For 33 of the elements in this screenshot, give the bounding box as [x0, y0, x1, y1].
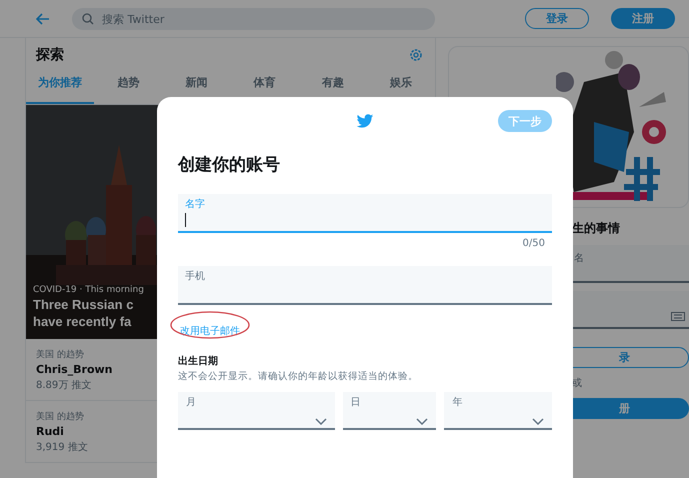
- dialog-title: 创建你的账号: [178, 154, 281, 176]
- bird-logo-icon: [356, 114, 374, 128]
- input-field[interactable]: 手机: [178, 266, 552, 305]
- tab[interactable]: 趋势: [94, 68, 162, 104]
- search-field[interactable]: 搜索 Twitter: [72, 8, 435, 30]
- chevron-down-icon: [532, 418, 544, 425]
- story-headline: have recently fa: [33, 314, 132, 329]
- search-icon: [82, 12, 94, 24]
- dropdown-field[interactable]: 月: [178, 392, 335, 430]
- trend-name: Chris_Brown: [36, 363, 113, 376]
- dropdown-field[interactable]: 日: [342, 392, 436, 430]
- signup-button[interactable]: 注册: [611, 8, 675, 29]
- keyboard-icon: [671, 312, 685, 321]
- section-title: 出生日期: [178, 354, 219, 368]
- settings-icon[interactable]: [409, 48, 423, 62]
- dropdown-field[interactable]: 年: [444, 392, 552, 430]
- panel-heading: 生的事情: [572, 220, 620, 237]
- input-field[interactable]: 名字: [178, 194, 552, 233]
- or-text: 或: [572, 376, 582, 390]
- hint-text: 这不会公开显示。请确认你的年龄以获得适当的体验。: [178, 370, 419, 383]
- chevron-down-icon: [416, 418, 428, 425]
- tweet-count: 8.89万 推文: [36, 378, 92, 392]
- trend-name: Rudi: [36, 425, 64, 438]
- chevron-down-icon: [314, 418, 327, 425]
- tweet-count: 3,919 推文: [36, 440, 88, 454]
- page-title: 探索: [36, 46, 64, 64]
- story-meta: COVID-19 · This morning: [33, 285, 144, 295]
- back-arrow-icon[interactable]: [36, 12, 50, 24]
- story-headline: Three Russian c: [33, 297, 134, 312]
- trend-context: 美国 的趋势: [36, 348, 84, 361]
- login-button[interactable]: 登录: [525, 8, 589, 29]
- trend-context: 美国 的趋势: [36, 410, 84, 423]
- character-counter: 0/50: [522, 238, 545, 249]
